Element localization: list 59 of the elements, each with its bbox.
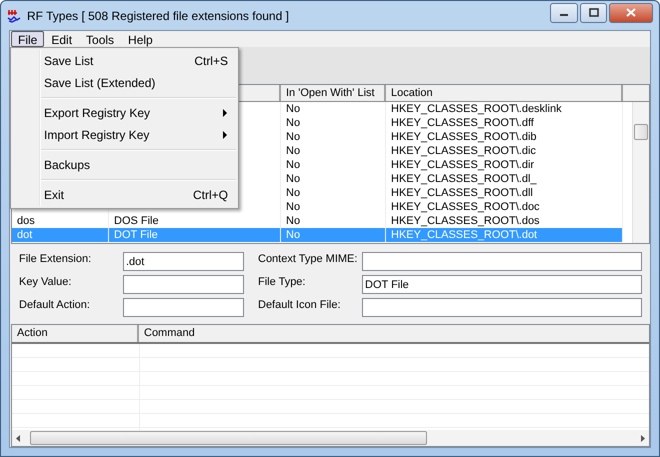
menu-item[interactable]: Exit Ctrl+Q	[11, 184, 238, 206]
menu-item[interactable]: Save List Ctrl+S	[11, 50, 238, 72]
submenu-arrow-icon	[223, 109, 228, 117]
submenu-arrow-icon	[223, 131, 228, 139]
input-field[interactable]	[362, 252, 642, 271]
maximize-button[interactable]	[580, 2, 607, 22]
table-cell: No	[281, 172, 386, 186]
field-label: File Type:	[258, 275, 306, 290]
field-label: Key Value:	[19, 275, 72, 290]
table-cell: HKEY_CLASSES_ROOT\.dot	[386, 228, 623, 242]
menu-item[interactable]: File	[11, 31, 44, 47]
menu-item[interactable]: Import Registry Key	[11, 124, 238, 146]
table-cell: HKEY_CLASSES_ROOT\.desklink	[386, 102, 623, 116]
menu-item[interactable]: Save List (Extended)	[11, 72, 238, 94]
table-cell: HKEY_CLASSES_ROOT\.dib	[386, 130, 623, 144]
menu-item[interactable]: Help	[121, 31, 160, 47]
input-field[interactable]: .dot	[123, 252, 244, 271]
close-icon	[626, 8, 636, 17]
table-cell: No	[281, 200, 386, 214]
field-label: Default Action:	[19, 298, 91, 313]
menu-item[interactable]: Export Registry Key	[11, 102, 238, 124]
table-cell: No	[281, 186, 386, 200]
column-header[interactable]: Location	[386, 85, 623, 101]
right-arrow-icon[interactable]	[641, 434, 645, 442]
table-cell: HKEY_CLASSES_ROOT\.dic	[386, 144, 623, 158]
table-cell: HKEY_CLASSES_ROOT\.doc	[386, 200, 623, 214]
table-cell: DOT File	[109, 228, 281, 242]
table-cell: No	[281, 116, 386, 130]
menu-item[interactable]: Backups	[11, 154, 238, 176]
left-arrow-icon[interactable]	[16, 434, 20, 442]
input-field[interactable]	[362, 298, 642, 317]
field-label: Default Icon File:	[258, 298, 342, 313]
table-cell: HKEY_CLASSES_ROOT\.dll	[386, 186, 623, 200]
vertical-scrollbar[interactable]	[632, 102, 649, 243]
window-title: RF Types [ 508 Registered file extensions found ]	[27, 8, 290, 22]
app-icon	[7, 8, 21, 22]
input-field[interactable]	[123, 298, 244, 317]
table-cell: No	[281, 130, 386, 144]
field-label: Context Type MIME:	[258, 252, 358, 267]
input-field[interactable]: DOT File	[362, 275, 642, 294]
table-cell: No	[281, 158, 386, 172]
table-cell: No	[281, 102, 386, 116]
table-cell: No	[281, 144, 386, 158]
menu-item[interactable]: Edit	[44, 31, 80, 47]
minimize-button[interactable]	[550, 2, 578, 22]
table-cell: HKEY_CLASSES_ROOT\.dir	[386, 158, 623, 172]
field-label: File Extension:	[19, 252, 92, 267]
table-cell: HKEY_CLASSES_ROOT\.dff	[386, 116, 623, 130]
column-header[interactable]: In 'Open With' List	[281, 85, 386, 101]
table-cell: HKEY_CLASSES_ROOT\.dl_	[386, 172, 623, 186]
menu-item[interactable]: Tools	[79, 31, 122, 47]
horizontal-scrollbar[interactable]	[12, 430, 649, 446]
table-cell: No	[281, 228, 386, 242]
column-header[interactable]: Command	[139, 325, 649, 342]
maximize-icon	[588, 8, 598, 17]
close-button[interactable]	[609, 2, 653, 22]
table-cell: dot	[12, 228, 109, 242]
input-field[interactable]	[123, 275, 244, 294]
column-header[interactable]: Action	[12, 325, 139, 342]
